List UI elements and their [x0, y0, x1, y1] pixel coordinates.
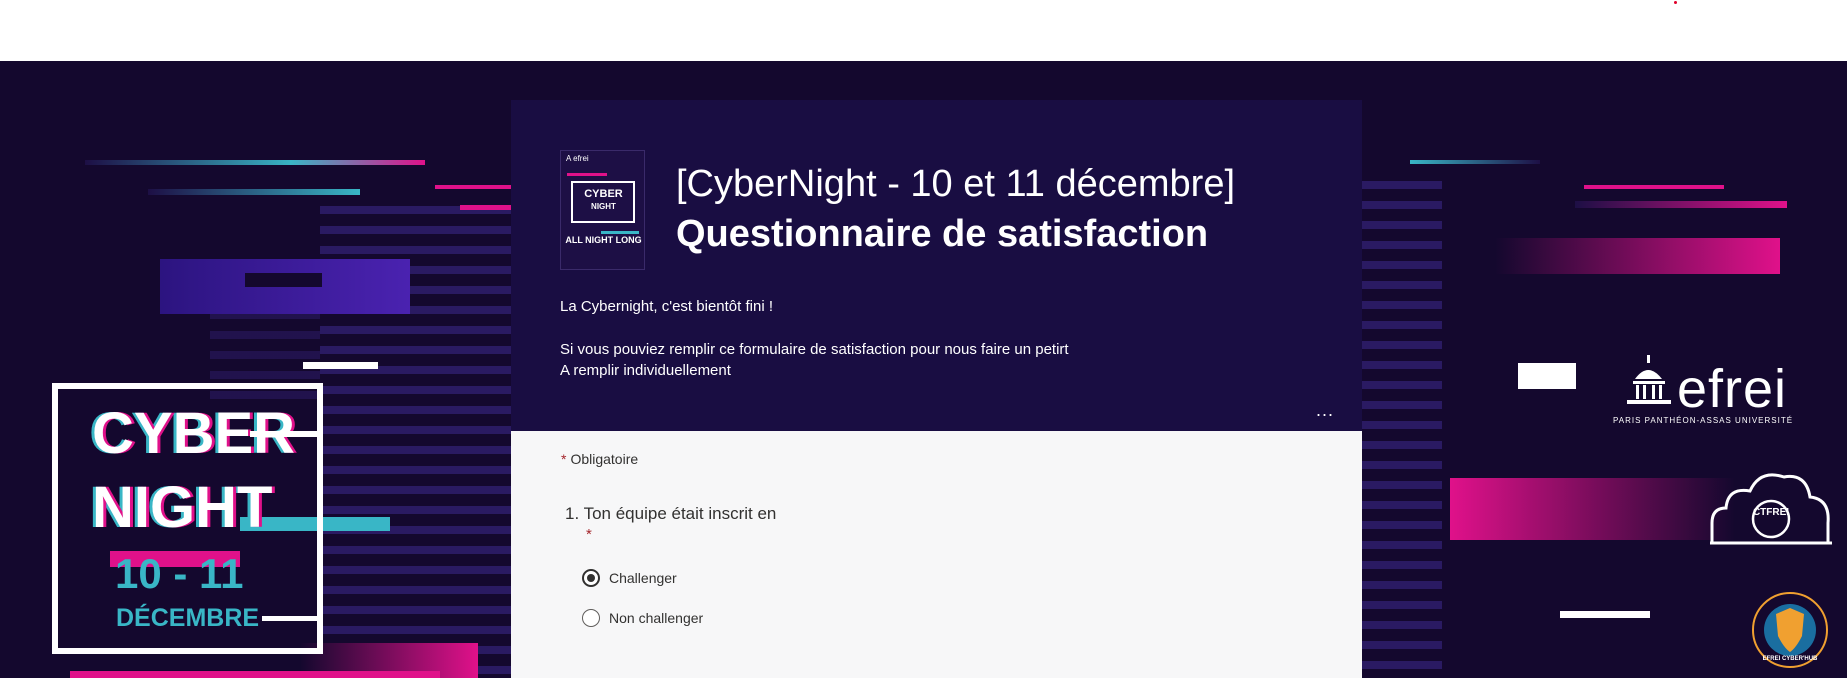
- form-title-line2: Questionnaire de satisfaction: [676, 213, 1209, 255]
- form-title-line1: [CyberNight - 10 et 11 décembre]: [676, 163, 1236, 205]
- cyberhub-logo: EFREI CYBER'HUB: [1752, 592, 1828, 668]
- question-1-required-star: *: [586, 526, 592, 543]
- efrei-logo: efrei: [1677, 359, 1788, 419]
- deco-bar: [601, 231, 639, 234]
- form-body-card: [511, 431, 1362, 678]
- form-header-image: A efrei CYBER NIGHT ALL NIGHT LONG: [560, 150, 645, 270]
- radio-unselected[interactable]: [582, 609, 600, 627]
- bg-stripes-right: [1362, 181, 1442, 678]
- thumbnail-cyber: CYBER: [584, 188, 623, 200]
- deco-bar: [1560, 611, 1650, 618]
- option-non-challenger[interactable]: Non challenger: [582, 608, 703, 628]
- form-description-line3: A remplir individuellement: [560, 362, 731, 379]
- option-challenger[interactable]: Challenger: [582, 568, 677, 588]
- cybernight-month-text: DÉCEMBRE: [116, 604, 260, 632]
- cybernight-dates-text: 10 - 11: [115, 550, 244, 597]
- decorative-dot: [1674, 1, 1677, 4]
- deco-bar: [85, 160, 295, 165]
- deco-bar: [1410, 160, 1540, 164]
- efrei-subtitle: PARIS PANTHÉON-ASSAS UNIVERSITÉ: [1613, 416, 1794, 425]
- deco-bar: [290, 160, 425, 165]
- required-star: *: [561, 451, 567, 467]
- required-notice: * Obligatoire: [561, 451, 638, 467]
- deco-bar: [1495, 238, 1780, 274]
- question-1-title: 1. Ton équipe était inscrit en: [565, 504, 777, 523]
- svg-text:EFREI CYBER'HUB: EFREI CYBER'HUB: [1763, 656, 1818, 662]
- deco-bar: [262, 616, 322, 621]
- deco-bar: [148, 189, 360, 195]
- deco-bar: [70, 671, 440, 678]
- radio-selected[interactable]: [582, 569, 600, 587]
- deco-bar: [435, 185, 511, 189]
- option-label: Non challenger: [609, 610, 704, 626]
- deco-bar: [250, 431, 320, 437]
- deco-bar: [1518, 363, 1576, 389]
- deco-bar: [245, 273, 322, 287]
- cybernight-night-text: NIGHT: [92, 475, 273, 540]
- deco-bar: [567, 173, 607, 176]
- deco-bar: [460, 205, 511, 210]
- thumbnail-logo: A efrei: [566, 154, 589, 163]
- svg-text:CTFREI: CTFREI: [1753, 507, 1789, 518]
- deco-bar: [1584, 185, 1724, 189]
- form-description-line2: Si vous pouviez remplir ce formulaire de…: [560, 341, 1069, 358]
- deco-bar: [1564, 275, 1654, 299]
- more-options-button[interactable]: ...: [1316, 400, 1334, 421]
- thumbnail-night: NIGHT: [591, 202, 616, 211]
- ctfrei-logo: CTFREI: [1710, 473, 1832, 545]
- deco-bar: [303, 362, 378, 369]
- deco-bar: [1450, 478, 1735, 540]
- thumbnail-all-night: ALL NIGHT LONG: [565, 235, 642, 245]
- top-bar: [0, 0, 1847, 61]
- deco-bar: [1575, 201, 1787, 208]
- form-description-line1: La Cybernight, c'est bientôt fini !: [560, 298, 773, 315]
- capitol-icon: [1627, 355, 1671, 404]
- option-label: Challenger: [609, 570, 677, 586]
- required-label: Obligatoire: [570, 451, 639, 467]
